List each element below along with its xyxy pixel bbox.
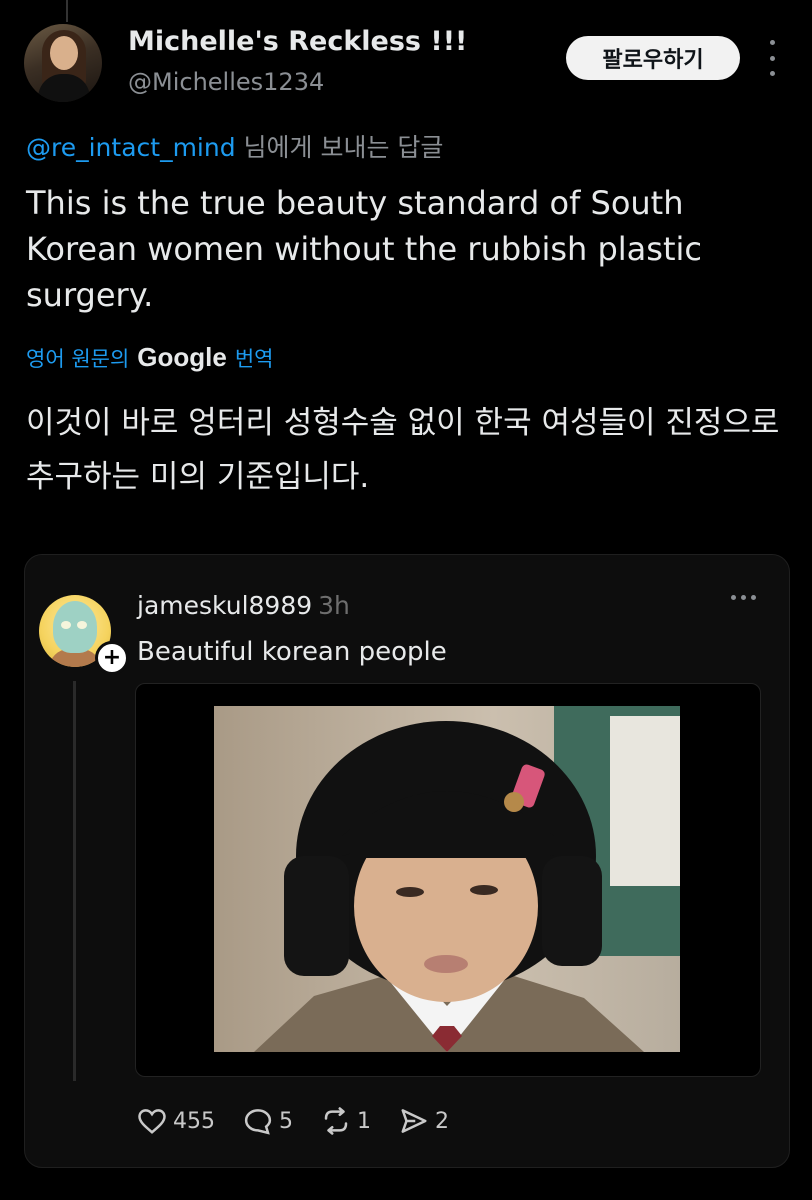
repost-action[interactable]: 1 — [321, 1107, 371, 1135]
repost-count: 1 — [357, 1108, 371, 1134]
translation-suffix: 번역 — [234, 347, 274, 371]
like-count: 455 — [173, 1108, 215, 1134]
reply-context: @re_intact_mind 님에게 보내는 답글 — [26, 128, 443, 164]
quoted-post-text: Beautiful korean people — [137, 637, 447, 667]
translation-prefix: 영어 원문의 — [26, 347, 130, 371]
share-action[interactable]: 2 — [399, 1107, 449, 1135]
thread-connector-line — [66, 0, 68, 22]
heart-icon — [138, 1109, 166, 1134]
quoted-media[interactable] — [135, 683, 761, 1077]
quoted-username-row: jameskul8989 3h — [137, 591, 350, 620]
user-display-name[interactable]: Michelle's Reckless !!! — [128, 26, 467, 57]
reply-action[interactable]: 5 — [243, 1107, 293, 1135]
like-action[interactable]: 455 — [137, 1107, 215, 1135]
follow-button[interactable]: 팔로우하기 — [566, 36, 740, 80]
user-handle[interactable]: @Michelles1234 — [128, 68, 324, 96]
translation-attribution[interactable]: 영어 원문의 Google 번역 — [26, 342, 273, 373]
reply-mention-link[interactable]: @re_intact_mind — [26, 133, 236, 162]
follow-plus-icon[interactable]: + — [95, 641, 129, 675]
google-logo: Google — [137, 342, 227, 372]
quoted-thread-line — [73, 681, 76, 1081]
avatar[interactable] — [24, 24, 102, 102]
quoted-timestamp: 3h — [318, 591, 350, 620]
repost-icon — [324, 1107, 348, 1135]
reply-count: 5 — [279, 1108, 293, 1134]
comment-icon — [244, 1109, 272, 1135]
reply-context-suffix: 님에게 보내는 답글 — [235, 133, 444, 162]
quoted-photo[interactable] — [214, 706, 680, 1052]
send-icon — [401, 1109, 427, 1133]
share-count: 2 — [435, 1108, 449, 1134]
translated-tweet-text: 이것이 바로 엉터리 성형수술 없이 한국 여성들이 진정으로 추구하는 미의 … — [26, 405, 780, 495]
more-options-icon[interactable] — [764, 40, 780, 76]
quoted-post-card[interactable]: + jameskul8989 3h Beautiful korean people — [24, 554, 790, 1168]
quoted-action-bar: 455 5 1 2 — [137, 1107, 477, 1135]
quoted-username[interactable]: jameskul8989 — [137, 591, 312, 620]
quoted-more-icon[interactable] — [731, 595, 756, 600]
tweet-text: This is the true beauty standard of Sout… — [26, 184, 702, 314]
